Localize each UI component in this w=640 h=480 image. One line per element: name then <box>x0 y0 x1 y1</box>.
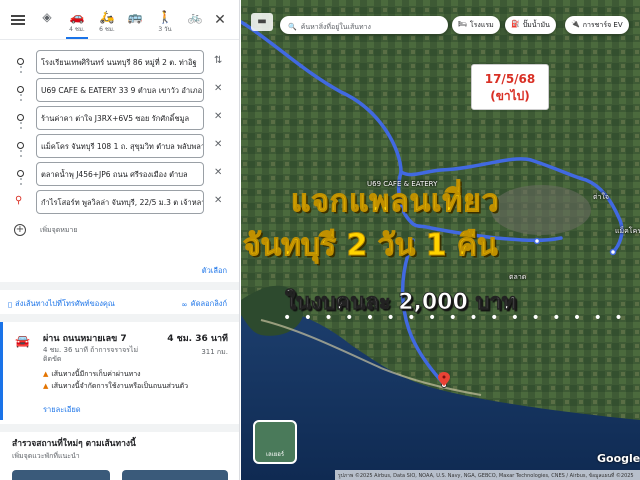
stop-row: ร้านค่าคา ต่าใจ J3RX+6V5 ซอย รักศักดิ์ชม… <box>0 106 239 130</box>
route-duration: 4 ชม. 36 นาที <box>167 334 228 344</box>
search-icon: 🔍 <box>288 23 297 31</box>
stop-input-4[interactable]: แม็คโคร จันทบุรี 108 1 ถ. สุขุมวิท ตำบล … <box>36 134 204 158</box>
route-search-input[interactable]: 🔍 ค้นหาสิ่งที่อยู่ในเส้นทาง <box>280 16 448 34</box>
stop-input-5[interactable]: ตลาดน้ำพุ J456+JP6 ถนน ศรีรองเมือง ตำบล <box>36 162 204 186</box>
mode-walking[interactable]: 🚶 3 วัน <box>152 6 178 36</box>
stop-row: U69 CAFE & EATERY 33 9 ตำบล เขาวัว อำเภอ… <box>0 78 239 102</box>
google-logo: Google <box>597 452 640 465</box>
suggestion-thumbnail[interactable] <box>122 470 228 480</box>
divider <box>0 314 239 322</box>
start-circle-icon <box>17 58 24 65</box>
mode-transit[interactable]: 🚌 <box>122 6 148 36</box>
route-connector <box>19 66 22 76</box>
diamond-directions-icon: ◈ <box>42 10 52 24</box>
mode-motorcycle[interactable]: 🛵 6 ชม. <box>94 6 120 36</box>
waypoint-circle-icon <box>17 86 24 93</box>
menu-icon[interactable] <box>10 12 26 28</box>
gas-station-chip[interactable]: ⛽ ปั๊มน้ำมัน <box>505 16 556 34</box>
bicycle-icon: 🚲 <box>187 10 203 24</box>
route-subtitle: 4 ชม. 36 นาที ถ้าการจราจรไม่ติดขัด <box>43 346 139 363</box>
car-icon: 🚘 <box>15 334 30 348</box>
stop-input-1[interactable]: โรงเรียนเทพศิรินทร์ นนทบุรี 86 หมู่ที่ 2… <box>36 50 204 74</box>
details-link[interactable]: รายละเอียด <box>43 404 81 416</box>
layers-button[interactable]: เลเยอร์ <box>253 420 297 464</box>
explore-title: สำรวจสถานที่ใหม่ๆ ตามเส้นทางนี้ <box>12 439 136 449</box>
mode-best-route[interactable]: ◈ <box>34 6 60 36</box>
route-connector <box>19 94 22 104</box>
close-icon[interactable]: ✕ <box>212 12 228 28</box>
map-attribution: รูปภาพ ©2025 Airbus, Data SIO, NOAA, U.S… <box>335 470 640 480</box>
divider <box>0 282 239 290</box>
stop-input-2[interactable]: U69 CAFE & EATERY 33 9 ตำบล เขาวัว อำเภอ <box>36 78 204 102</box>
stop-row: โรงเรียนเทพศิรินทร์ นนทบุรี 86 หมู่ที่ 2… <box>0 50 239 74</box>
options-button[interactable]: ตัวเลือก <box>202 265 227 277</box>
stop-row: ตลาดน้ำพุ J456+JP6 ถนน ศรีรองเมือง ตำบล ✕ <box>0 162 239 186</box>
send-to-phone-link[interactable]: ▯ ส่งเส้นทางไปที่โทรศัพท์ของคุณ <box>8 298 115 310</box>
hotel-icon: 🛏 <box>458 20 467 28</box>
map-place-label[interactable]: แม็คโคร <box>615 226 640 237</box>
divider <box>0 424 239 432</box>
add-destination-button[interactable]: + เพิ่มจุดหมาย <box>14 223 214 239</box>
mode-driving[interactable]: 🚗 4 ชม. <box>64 6 90 39</box>
route-connector <box>19 178 22 188</box>
trip-date-note: 17/5/68 (ขาไป) <box>471 64 549 110</box>
route-card[interactable]: 🚘 ผ่าน ถนนหมายเลข 7 4 ชม. 36 นาที 4 ชม. … <box>0 322 239 420</box>
route-distance: 311 กม. <box>201 348 228 356</box>
ev-charging-chip[interactable]: 🔌 การชาร์จ EV <box>565 16 629 34</box>
link-icon: ∞ <box>181 299 188 309</box>
directions-panel: ◈ 🚗 4 ชม. 🛵 6 ชม. 🚌 🚶 3 วัน 🚲 ✕ โรงเรียนเทพ… <box>0 0 240 480</box>
ev-icon: 🔌 <box>571 20 580 28</box>
route-connector <box>19 150 22 160</box>
car-icon: 🚗 <box>69 10 85 24</box>
waypoint-circle-icon <box>17 114 24 121</box>
route-connector <box>19 122 22 132</box>
motorcycle-icon: 🛵 <box>99 10 115 24</box>
gas-icon: ⛽ <box>511 20 520 28</box>
travel-mode-bar: ◈ 🚗 4 ชม. 🛵 6 ชม. 🚌 🚶 3 วัน 🚲 ✕ <box>0 0 239 40</box>
waypoint-circle-icon <box>17 170 24 177</box>
suggestion-thumbnail[interactable] <box>12 470 110 480</box>
toll-warning: ▲ เส้นทางนี้มีการเก็บค่าผ่านทาง <box>43 370 141 378</box>
waypoint-circle-icon <box>17 142 24 149</box>
add-icon: + <box>14 224 26 236</box>
mode-cycling[interactable]: 🚲 <box>182 6 208 36</box>
headline-plan: แจกแพลนเที่ยว <box>291 184 500 220</box>
bus-icon: 🚌 <box>127 10 143 24</box>
hotels-chip[interactable]: 🛏 โรงแรม <box>452 16 500 34</box>
decorative-dots: • • • • • • • • • • • • • • • • • <box>283 310 627 326</box>
headline-destination: จันทบุรี 2 วัน 1 คืน <box>242 228 498 264</box>
phone-icon: ▯ <box>8 299 13 309</box>
satellite-map[interactable]: ▬ 🔍 ค้นหาสิ่งที่อยู่ในเส้นทาง 🛏 โรงแรม ⛽ ปั… <box>241 0 640 480</box>
keyboard-icon[interactable]: ▬ <box>251 13 273 31</box>
route-via: ผ่าน ถนนหมายเลข 7 <box>43 334 127 344</box>
swap-icon[interactable]: ⇅ <box>214 56 222 66</box>
copy-link-button[interactable]: ∞ คัดลอกลิงก์ <box>181 298 227 310</box>
active-mode-indicator <box>66 37 88 39</box>
close-stop-icon[interactable]: ✕ <box>214 168 222 178</box>
map-place-label[interactable]: ต่าใจ <box>593 192 609 203</box>
walk-icon: 🚶 <box>157 10 173 24</box>
warning-icon: ▲ <box>43 382 49 390</box>
destination-pin-icon: ⚲ <box>15 195 23 206</box>
restricted-warning: ▲ เส้นทางนี้จำกัดการใช้งานหรือเป็นถนนส่วน… <box>43 382 189 390</box>
close-stop-icon[interactable]: ✕ <box>214 112 222 122</box>
map-place-label[interactable]: ตลาด <box>509 272 526 283</box>
close-stop-icon[interactable]: ✕ <box>214 140 222 150</box>
explore-subtitle: เพิ่มจุดแวะพักที่แนะนำ <box>12 452 80 460</box>
stop-row: ⚲ กำไรโสอร์ท พูลวิลล่า จันทบุรี, 22/5 ม.3… <box>0 190 239 214</box>
stop-row: แม็คโคร จันทบุรี 108 1 ถ. สุขุมวิท ตำบล … <box>0 134 239 158</box>
stop-input-3[interactable]: ร้านค่าคา ต่าใจ J3RX+6V5 ซอย รักศักดิ์ชม… <box>36 106 204 130</box>
warning-icon: ▲ <box>43 370 49 378</box>
stop-input-6[interactable]: กำไรโสอร์ท พูลวิลล่า จันทบุรี, 22/5 ม.3 … <box>36 190 204 214</box>
close-stop-icon[interactable]: ✕ <box>214 84 222 94</box>
close-stop-icon[interactable]: ✕ <box>214 196 222 206</box>
